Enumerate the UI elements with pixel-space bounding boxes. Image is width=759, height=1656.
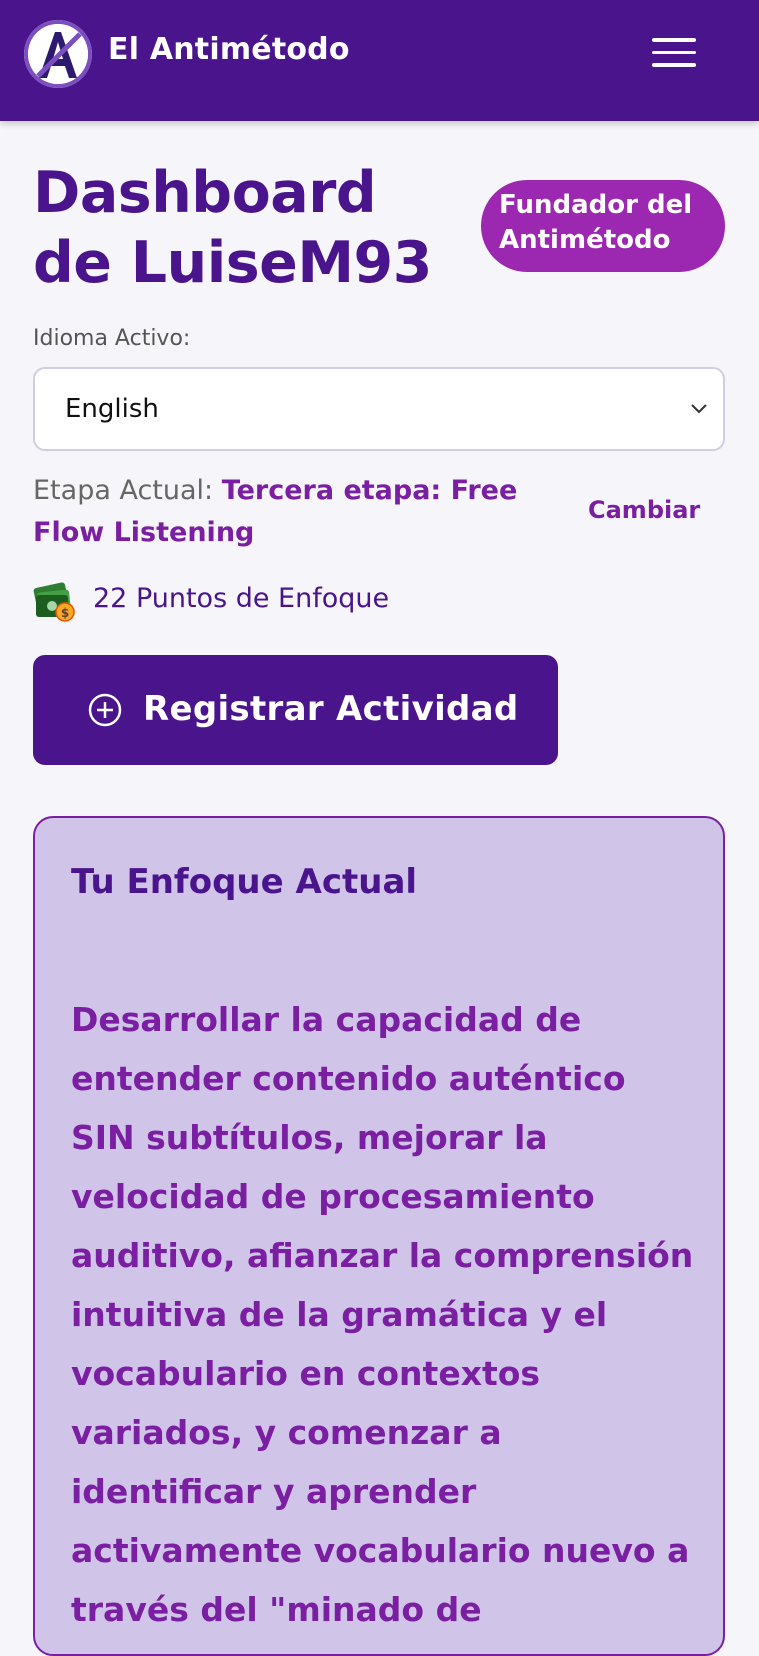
current-focus-card: Tu Enfoque Actual Desarrollar la capacid… bbox=[33, 816, 725, 1656]
svg-text:$: $ bbox=[61, 606, 69, 620]
language-selected-value: English bbox=[65, 394, 159, 424]
language-select[interactable]: English bbox=[33, 367, 725, 451]
change-stage-link[interactable]: Cambiar bbox=[588, 496, 700, 524]
current-stage: Etapa Actual: Tercera etapa: Free Flow L… bbox=[33, 470, 533, 554]
register-activity-button[interactable]: Registrar Actividad bbox=[33, 655, 558, 765]
menu-line bbox=[652, 38, 696, 42]
logo-a-icon bbox=[28, 24, 88, 84]
focus-card-text: Desarrollar la capacidad de entender con… bbox=[71, 1000, 694, 1629]
app-name[interactable]: El Antimétodo bbox=[108, 32, 350, 67]
app-logo[interactable] bbox=[24, 20, 92, 88]
app-header: El Antimétodo bbox=[0, 0, 759, 121]
plus-circle-icon bbox=[88, 693, 122, 727]
stage-label: Etapa Actual: bbox=[33, 475, 214, 506]
focus-card-title: Tu Enfoque Actual bbox=[71, 862, 418, 902]
focus-points-text: 22 Puntos de Enfoque bbox=[93, 583, 390, 614]
page-title: Dashboard de LuiseM93 bbox=[33, 160, 432, 296]
founder-badge: Fundador del Antimétodo bbox=[481, 180, 725, 272]
menu-line bbox=[652, 50, 696, 54]
register-activity-label: Registrar Actividad bbox=[143, 689, 519, 729]
menu-line bbox=[652, 63, 696, 67]
hamburger-menu-icon[interactable] bbox=[652, 38, 696, 70]
money-coins-icon: $ bbox=[33, 582, 75, 622]
language-label: Idioma Activo: bbox=[33, 326, 191, 351]
chevron-down-icon bbox=[691, 404, 707, 414]
